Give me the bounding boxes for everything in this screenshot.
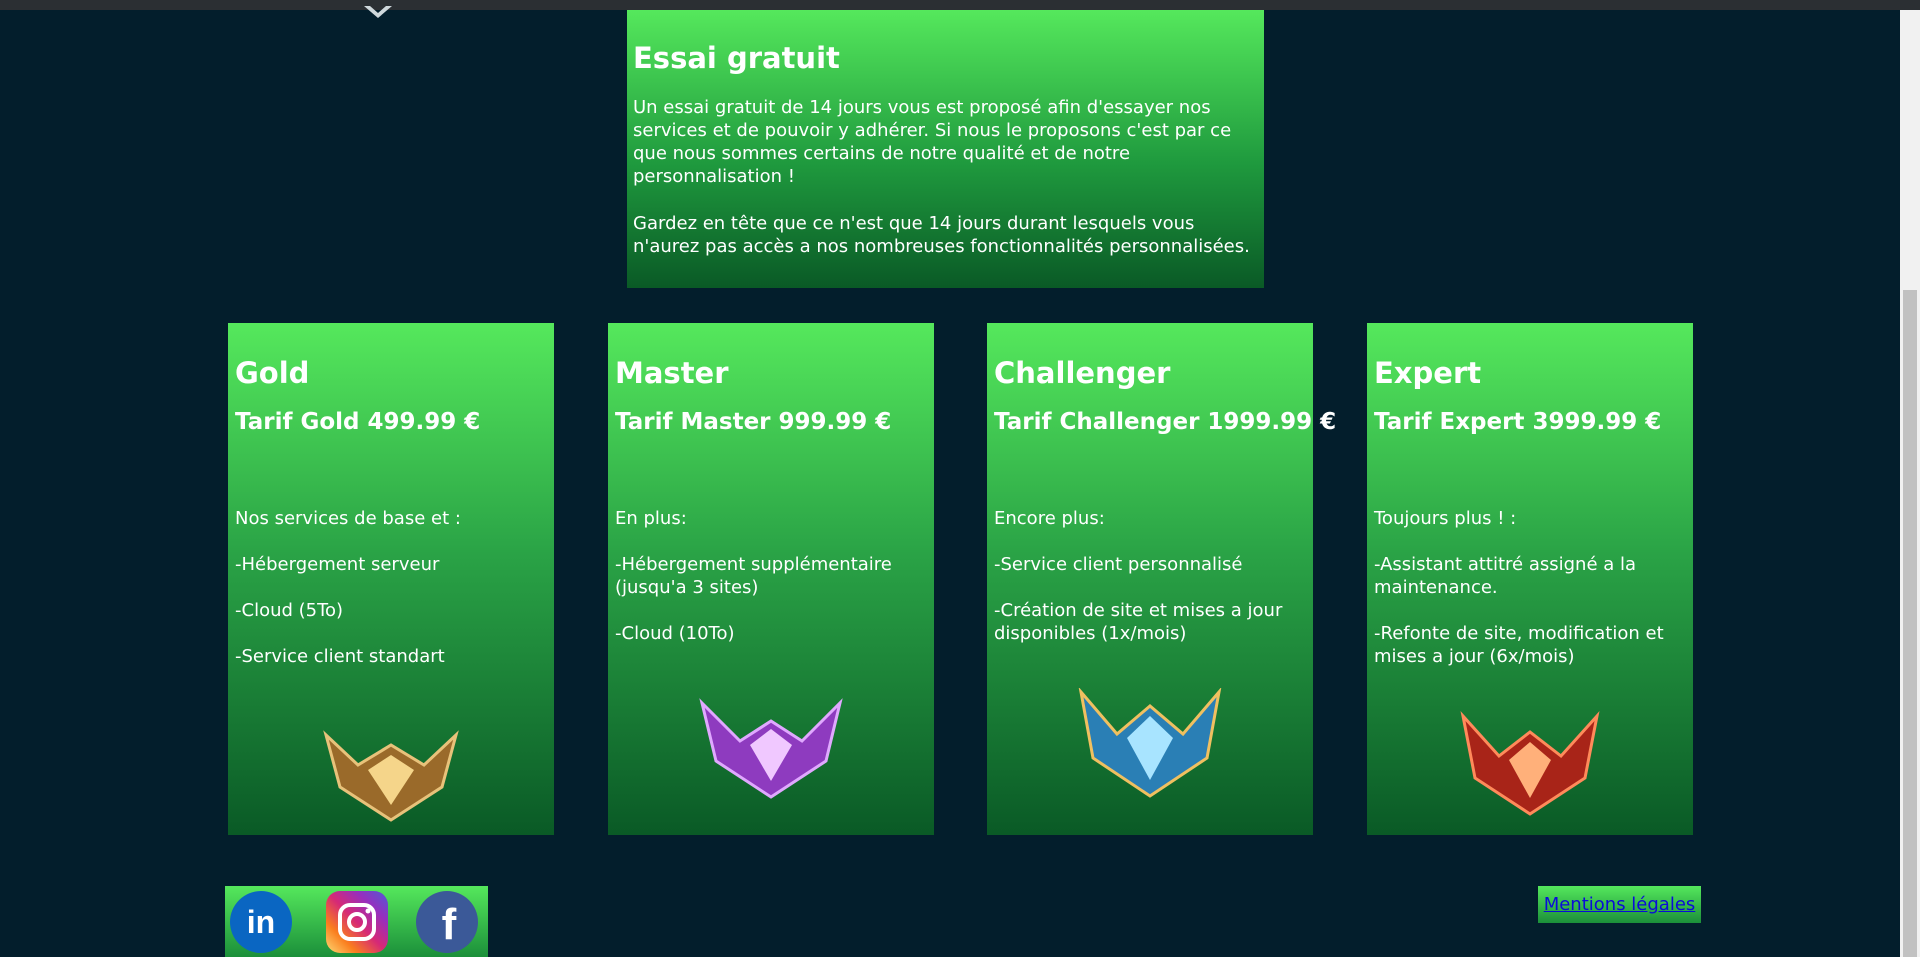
plan-feature: -Service client personnalisé (994, 554, 1243, 575)
linkedin-icon[interactable]: in (230, 891, 292, 953)
scrollbar-thumb[interactable] (1903, 290, 1917, 957)
plan-name: Expert (1374, 356, 1482, 390)
plan-feature: -Refonte de site, modification et mises … (1374, 623, 1664, 667)
plan-feature: -Hébergement serveur (235, 554, 440, 575)
plan-feature: -Assistant attitré assigné a la maintena… (1374, 554, 1637, 598)
legal-notice-link[interactable]: Mentions légales (1544, 894, 1696, 915)
legal-notice-box: Mentions légales (1538, 886, 1701, 923)
plan-name: Gold (235, 356, 310, 390)
free-trial-note: Gardez en tête que ce n'est que 14 jours… (633, 213, 1250, 257)
plan-intro: Encore plus: (994, 508, 1105, 529)
free-trial-panel: Essai gratuit Un essai gratuit de 14 jou… (627, 10, 1264, 288)
plan-intro: Nos services de base et : (235, 508, 461, 529)
svg-text:in: in (247, 904, 275, 940)
plan-card-gold: Gold Tarif Gold 499.99 € Nos services de… (228, 323, 554, 835)
instagram-icon[interactable] (326, 891, 388, 953)
social-links-bar: in f (225, 886, 488, 957)
plan-card-expert: Expert Tarif Expert 3999.99 € Toujours p… (1367, 323, 1693, 835)
svg-text:f: f (442, 900, 457, 949)
gold-rank-emblem-icon (323, 730, 459, 822)
plan-price: Tarif Expert 3999.99 € (1374, 409, 1662, 435)
plan-card-challenger: Challenger Tarif Challenger 1999.99 € En… (987, 323, 1337, 835)
plan-name: Challenger (994, 356, 1171, 390)
free-trial-paragraph: Un essai gratuit de 14 jours vous est pr… (633, 97, 1232, 187)
plan-feature: -Cloud (5To) (235, 600, 344, 621)
plan-intro: Toujours plus ! : (1374, 508, 1517, 529)
plan-feature: -Création de site et mises a jour dispon… (994, 600, 1283, 644)
browser-top-strip (0, 0, 1920, 10)
plan-price: Tarif Gold 499.99 € (235, 409, 481, 435)
challenger-rank-emblem-icon (1078, 688, 1222, 798)
plan-feature: -Hébergement supplémentaire (jusqu'a 3 s… (615, 554, 892, 598)
facebook-icon[interactable]: f (416, 891, 478, 953)
partial-emblem-icon (364, 6, 392, 18)
free-trial-title: Essai gratuit (633, 41, 840, 75)
plan-feature: -Service client standart (235, 646, 445, 667)
plan-name: Master (615, 356, 729, 390)
plan-feature: -Cloud (10To) (615, 623, 735, 644)
plan-price: Tarif Challenger 1999.99 € (994, 409, 1337, 435)
plan-card-master: Master Tarif Master 999.99 € En plus: -H… (608, 323, 934, 835)
grandmaster-rank-emblem-icon (1460, 710, 1600, 816)
plan-price: Tarif Master 999.99 € (615, 409, 892, 435)
plan-intro: En plus: (615, 508, 687, 529)
master-rank-emblem-icon (699, 698, 843, 799)
